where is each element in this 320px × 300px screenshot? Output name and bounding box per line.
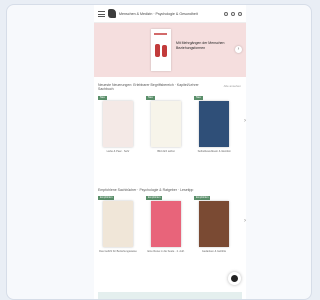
chat-icon[interactable] xyxy=(228,272,241,285)
product-badge: Neu xyxy=(146,95,155,100)
book-cover[interactable] xyxy=(151,100,181,147)
book-cover[interactable] xyxy=(103,201,133,248)
figure-shape xyxy=(155,44,160,57)
mobile-page: Menschen & Medizin · Psychologie & Gesun… xyxy=(94,5,246,299)
hero-text: Mit Mehrgängen der Menschen Beziehungsfo… xyxy=(176,41,225,50)
page-title: Menschen & Medizin · Psychologie & Gesun… xyxy=(119,11,198,16)
product-badge: Empfohlen xyxy=(146,196,163,201)
product-badge: Neu xyxy=(98,95,107,100)
book-cover[interactable] xyxy=(103,100,133,147)
preview-card: Menschen & Medizin · Psychologie & Gesun… xyxy=(6,4,312,300)
account-icon[interactable] xyxy=(231,11,235,16)
book-cover[interactable] xyxy=(151,201,181,248)
section-recommended: Empfohlene Sachbücher · Psychologie & Ra… xyxy=(98,188,246,272)
section-new: Neueste Neuerungen: Erlebbarer Begriffsb… xyxy=(98,83,246,172)
bottom-banner[interactable] xyxy=(98,292,242,299)
search-icon[interactable] xyxy=(224,11,228,16)
product-badge: Neu xyxy=(194,95,203,100)
product-label[interactable]: Gedanken & Gefühle xyxy=(194,250,234,253)
chevron-right-icon[interactable]: › xyxy=(244,218,246,224)
product-label[interactable]: Das Gefühl für Beziehungsweise xyxy=(98,250,138,253)
product-label[interactable]: Eine Reise in die Seele · 2. Aufl. xyxy=(146,250,186,253)
figure-shape xyxy=(162,45,167,57)
book-cover[interactable] xyxy=(199,100,229,147)
cart-icon[interactable] xyxy=(238,11,242,16)
section-title: Neueste Neuerungen: Erlebbarer Begriffsb… xyxy=(98,83,199,92)
see-all-link[interactable]: Alle ansehen xyxy=(224,84,241,88)
product-label[interactable]: Liebe & Paar · Sehr xyxy=(98,150,138,153)
cover-title-bar xyxy=(154,33,167,35)
book-cover[interactable] xyxy=(199,201,229,248)
section-title: Empfohlene Sachbücher · Psychologie & Ra… xyxy=(98,188,194,192)
chevron-right-icon[interactable]: › xyxy=(244,118,246,124)
product-label[interactable]: Bild dich selbst xyxy=(146,150,186,153)
product-row: Empfohlen Das Gefühl für Beziehungsweise… xyxy=(98,196,246,272)
product-badge: Empfohlen xyxy=(194,196,211,201)
hero-banner[interactable]: Mit Mehrgängen der Menschen Beziehungsfo… xyxy=(94,23,246,77)
top-bar: Menschen & Medizin · Psychologie & Gesun… xyxy=(94,5,246,23)
product-label[interactable]: Selbstbewußtsein & Identität xyxy=(194,150,234,153)
chevron-right-icon[interactable]: › xyxy=(235,46,242,53)
product-row: Neu Liebe & Paar · Sehr Neu Bild dich se… xyxy=(98,95,246,172)
hero-book-cover xyxy=(151,29,171,71)
product-badge: Empfohlen xyxy=(98,196,115,201)
brand-logo[interactable] xyxy=(108,9,116,18)
menu-icon[interactable] xyxy=(98,10,105,17)
